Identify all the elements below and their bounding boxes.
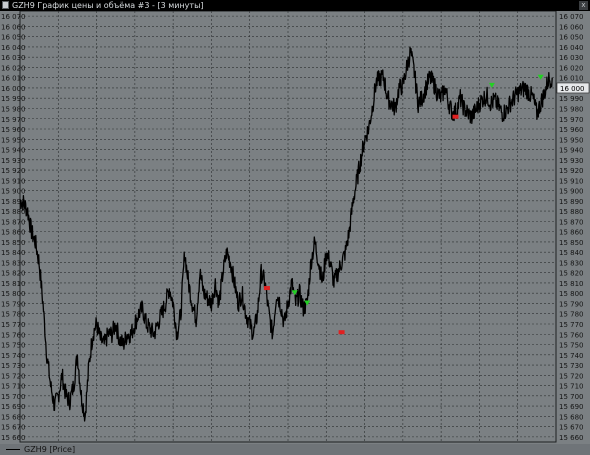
y-tick-label-left: 15 980: [1, 105, 26, 113]
y-tick-label-right: 16 070: [559, 13, 584, 21]
y-tick-label-right: 15 960: [559, 126, 584, 134]
y-tick-label-left: 15 800: [1, 290, 26, 298]
y-tick-label-left: 15 740: [1, 352, 26, 360]
y-tick-label-right: 15 760: [559, 331, 584, 339]
y-tick-label-left: 15 820: [1, 270, 26, 278]
y-tick-label-right: 15 750: [559, 342, 584, 350]
y-tick-label-right: 16 040: [559, 44, 584, 52]
y-tick-label-left: 15 770: [1, 321, 26, 329]
window-title: GZH9 График цены и объёма #3 - [3 минуты…: [12, 1, 204, 10]
y-tick-label-right: 15 870: [559, 218, 584, 226]
y-tick-label-right: 16 030: [559, 54, 584, 62]
y-tick-label-right: 15 850: [559, 239, 584, 247]
y-tick-label-right: 15 690: [559, 403, 584, 411]
y-tick-label-right: 15 810: [559, 280, 584, 288]
y-tick-label-left: 15 720: [1, 372, 26, 380]
y-tick-label-right: 15 890: [559, 198, 584, 206]
y-tick-label-right: 15 780: [559, 311, 584, 319]
y-tick-label-left: 15 760: [1, 331, 26, 339]
sell-marker: [338, 330, 345, 335]
y-tick-label-left: 15 810: [1, 280, 26, 288]
y-tick-label-left: 15 730: [1, 362, 26, 370]
y-tick-label-left: 15 930: [1, 157, 26, 165]
y-tick-label-left: 16 060: [1, 23, 26, 31]
y-tick-label-left: 15 860: [1, 229, 26, 237]
y-tick-label-right: 15 660: [559, 434, 584, 442]
y-tick-label-left: 16 030: [1, 54, 26, 62]
y-tick-label-right: 15 820: [559, 270, 584, 278]
y-tick-label-left: 15 850: [1, 239, 26, 247]
y-tick-label-left: 15 900: [1, 188, 26, 196]
y-tick-label-left: 15 960: [1, 126, 26, 134]
y-tick-label-right: 16 060: [559, 23, 584, 31]
legend-swatch: [6, 449, 20, 450]
y-tick-label-right: 15 730: [559, 362, 584, 370]
legend-label: GZH9 [Price]: [24, 445, 76, 454]
y-tick-label-left: 15 680: [1, 413, 26, 421]
y-tick-label-right: 15 700: [559, 393, 584, 401]
sell-marker: [263, 286, 270, 291]
legend: GZH9 [Price]: [0, 444, 590, 455]
y-tick-label-left: 15 780: [1, 311, 26, 319]
y-tick-label-left: 15 970: [1, 116, 26, 124]
y-tick-label-left: 15 790: [1, 300, 26, 308]
y-tick-label-left: 16 050: [1, 34, 26, 42]
y-tick-label-left: 16 020: [1, 64, 26, 72]
y-tick-label-left: 15 880: [1, 208, 26, 216]
y-tick-label-left: 15 690: [1, 403, 26, 411]
y-tick-label-right: 15 970: [559, 116, 584, 124]
y-tick-label-right: 16 010: [559, 75, 584, 83]
y-tick-label-left: 15 660: [1, 434, 26, 442]
y-tick-label-right: 15 710: [559, 383, 584, 391]
y-tick-label-right: 15 980: [559, 105, 584, 113]
y-tick-label-right: 15 770: [559, 321, 584, 329]
y-tick-label-left: 15 710: [1, 383, 26, 391]
y-tick-label-right: 16 020: [559, 64, 584, 72]
y-tick-label-right: 16 050: [559, 34, 584, 42]
y-tick-label-right: 15 740: [559, 352, 584, 360]
sell-marker: [452, 114, 459, 119]
y-tick-label-right: 15 860: [559, 229, 584, 237]
y-tick-label-left: 15 950: [1, 136, 26, 144]
y-tick-label-left: 15 920: [1, 167, 26, 175]
y-tick-label-right: 15 950: [559, 136, 584, 144]
y-tick-label-left: 15 990: [1, 95, 26, 103]
y-tick-label-left: 15 700: [1, 393, 26, 401]
y-tick-label-right: 15 720: [559, 372, 584, 380]
y-tick-label-right: 15 670: [559, 424, 584, 432]
y-tick-label-right: 15 900: [559, 188, 584, 196]
y-tick-label-left: 15 830: [1, 259, 26, 267]
y-tick-label-right: 15 790: [559, 300, 584, 308]
last-price-label: 16 000: [560, 85, 585, 93]
y-tick-label-right: 15 930: [559, 157, 584, 165]
y-tick-label-right: 15 800: [559, 290, 584, 298]
y-tick-label-right: 15 830: [559, 259, 584, 267]
y-tick-label-left: 15 840: [1, 249, 26, 257]
y-tick-label-left: 15 870: [1, 218, 26, 226]
y-tick-label-right: 15 940: [559, 147, 584, 155]
y-tick-label-right: 15 880: [559, 208, 584, 216]
close-button[interactable]: x: [579, 1, 588, 10]
chart-window: GZH9 График цены и объёма #3 - [3 минуты…: [0, 0, 590, 455]
y-tick-label-right: 15 840: [559, 249, 584, 257]
y-tick-label-left: 16 010: [1, 75, 26, 83]
y-tick-label-left: 15 910: [1, 177, 26, 185]
y-tick-label-left: 16 000: [1, 85, 26, 93]
y-tick-label-right: 15 920: [559, 167, 584, 175]
y-tick-label-left: 16 070: [1, 13, 26, 21]
y-tick-label-right: 15 990: [559, 95, 584, 103]
y-tick-label-right: 15 680: [559, 413, 584, 421]
y-tick-label-left: 15 940: [1, 147, 26, 155]
y-tick-label-left: 16 040: [1, 44, 26, 52]
y-tick-label-left: 15 670: [1, 424, 26, 432]
title-bar[interactable]: GZH9 График цены и объёма #3 - [3 минуты…: [0, 0, 590, 11]
y-tick-label-left: 15 750: [1, 342, 26, 350]
window-icon: [2, 1, 9, 9]
price-chart[interactable]: 16 070 16 070 16 060 16 060 16 050 16 050 16 0…: [0, 11, 590, 444]
y-tick-label-right: 15 910: [559, 177, 584, 185]
